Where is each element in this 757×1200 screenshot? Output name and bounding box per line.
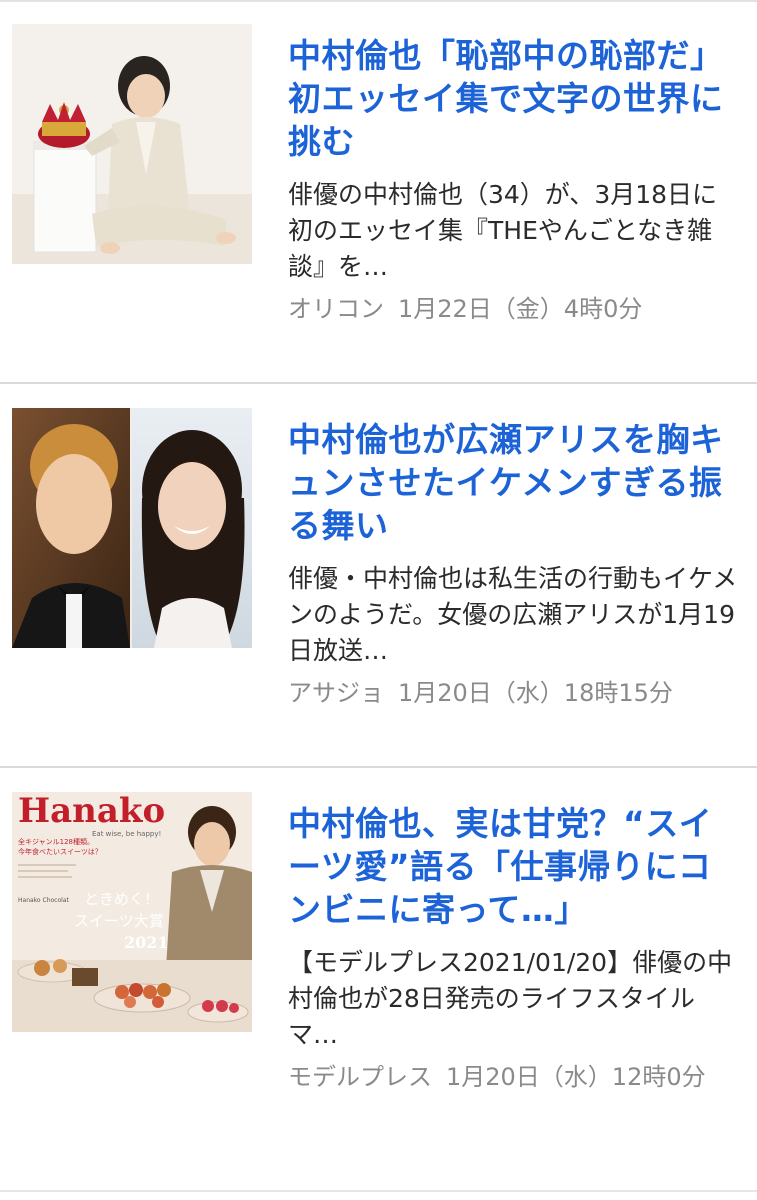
photo-magazine-cover-icon: Hanako Eat wise, be happy! 全キジャンル128種類。 … — [12, 792, 252, 1032]
article-date: 1月20日（水）12時0分 — [446, 1063, 706, 1091]
article-meta: モデルプレス 1月20日（水）12時0分 — [288, 1059, 741, 1095]
magazine-cover-line: スイーツ大賞 — [74, 912, 164, 930]
article-content: 中村倫也「恥部中の恥部だ」 初エッセイ集で文字の世界に挑む 俳優の中村倫也（34… — [288, 34, 741, 327]
article-date: 1月20日（水）18時15分 — [398, 679, 673, 707]
article-headline[interactable]: 中村倫也、実は甘党？“スイーツ愛”語る「仕事帰りにコンビニに寄って…」 — [288, 802, 741, 931]
article-thumbnail[interactable] — [12, 408, 252, 648]
magazine-box-label: Hanako Chocolat — [18, 897, 69, 904]
article-summary: 【モデルプレス2021/01/20】俳優の中村倫也が28日発売のライフスタイルマ… — [288, 948, 733, 1049]
article-meta: オリコン 1月22日（金）4時0分 — [288, 291, 741, 327]
article-summary: 俳優の中村倫也（34）が、3月18日に初のエッセイ集『THEやんごとなき雑談』を… — [288, 180, 718, 281]
magazine-tagline: Eat wise, be happy! — [92, 830, 161, 838]
article-meta: アサジョ 1月20日（水）18時15分 — [288, 675, 741, 711]
article-thumbnail[interactable] — [12, 24, 252, 264]
magazine-year: 2021 — [124, 933, 169, 952]
article-content: 中村倫也、実は甘党？“スイーツ愛”語る「仕事帰りにコンビニに寄って…」 【モデル… — [288, 802, 741, 1095]
photo-man-with-crown-icon — [12, 24, 252, 264]
article-source: モデルプレス — [288, 1063, 432, 1091]
article-content: 中村倫也が広瀬アリスを胸キュンさせたイケメンすぎる振る舞い 俳優・中村倫也は私生… — [288, 418, 741, 711]
magazine-cover-line: ときめく！ — [84, 890, 159, 908]
article-headline[interactable]: 中村倫也が広瀬アリスを胸キュンさせたイケメンすぎる振る舞い — [288, 418, 741, 547]
news-feed: 中村倫也「恥部中の恥部だ」 初エッセイ集で文字の世界に挑む 俳優の中村倫也（34… — [0, 0, 757, 1192]
article-headline[interactable]: 中村倫也「恥部中の恥部だ」 初エッセイ集で文字の世界に挑む — [288, 34, 741, 163]
article-thumbnail[interactable]: Hanako Eat wise, be happy! 全キジャンル128種類。 … — [12, 792, 252, 1032]
article-date: 1月22日（金）4時0分 — [398, 295, 643, 323]
photo-two-portraits-icon — [12, 408, 252, 648]
article-summary: 俳優・中村倫也は私生活の行動もイケメンのようだ。女優の広瀬アリスが1月19日放送… — [288, 564, 738, 665]
magazine-side-copy: 全キジャンル128種類。 — [18, 837, 94, 846]
article-source: アサジョ — [288, 679, 384, 707]
magazine-side-copy: 今年食べたいスイーツは？ — [18, 847, 102, 856]
news-article[interactable]: 中村倫也「恥部中の恥部だ」 初エッセイ集で文字の世界に挑む 俳優の中村倫也（34… — [0, 0, 757, 384]
news-article[interactable]: Hanako Eat wise, be happy! 全キジャンル128種類。 … — [0, 768, 757, 1192]
magazine-masthead: Hanako — [18, 792, 165, 831]
article-source: オリコン — [288, 295, 384, 323]
news-article[interactable]: 中村倫也が広瀬アリスを胸キュンさせたイケメンすぎる振る舞い 俳優・中村倫也は私生… — [0, 384, 757, 768]
